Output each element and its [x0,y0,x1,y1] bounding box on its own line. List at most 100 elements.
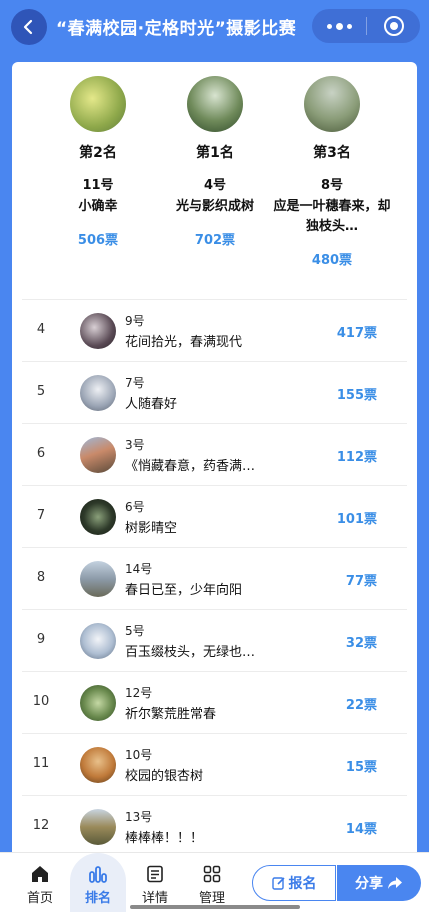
list-item[interactable]: 5 7号 人随春好 155票 [22,361,407,423]
podium-second[interactable]: 第2名 11号 小确幸 506票 [35,76,161,248]
entry-photo [80,809,116,845]
entry-number: 8号 [320,178,344,193]
vote-count: 32票 [345,636,377,651]
rank-number: 12 [32,818,50,833]
entry-photo [80,313,116,349]
share-arrow-icon [388,877,402,889]
entry-number: 11号 [82,178,114,193]
entry-number: 3号 [125,438,145,452]
grid-icon [203,865,221,883]
entry-name: 小确幸 [78,199,118,214]
list-item[interactable]: 12 13号 棒棒棒！！！ 14票 [22,795,407,857]
entry-name: 花间拾光，春满现代 [125,335,243,350]
vote-count: 702票 [194,233,236,248]
home-indicator [130,905,300,909]
target-close-icon [383,16,404,36]
entry-name: 春日已至，少年向阳 [125,583,243,598]
entry-photo [80,499,116,535]
vote-count: 155票 [336,388,377,403]
rank-number: 10 [32,694,50,709]
tab-label: 详情 [141,891,168,906]
mini-program-capsule [312,9,420,43]
podium-first[interactable]: 第1名 4号 光与影织成树 702票 [152,76,278,248]
vote-count: 15票 [345,760,377,775]
list-item[interactable]: 4 9号 花间拾光，春满现代 417票 [22,299,407,361]
chevron-left-icon [23,19,33,35]
header-bar: “春满校园·定格时光”摄影比赛 [0,0,429,54]
vote-count: 480票 [311,253,353,268]
entry-number: 9号 [125,314,145,328]
entry-photo [80,561,116,597]
home-icon [32,866,48,882]
entry-photo [304,76,360,132]
list-item[interactable]: 11 10号 校园的银杏树 15票 [22,733,407,795]
vote-count: 77票 [345,574,377,589]
signup-button[interactable]: 报名 [252,865,336,901]
entry-name: 光与影织成树 [175,199,254,214]
signup-label: 报名 [288,876,317,892]
entry-name: 树影晴空 [125,521,178,536]
podium: 第2名 11号 小确幸 506票 第1名 4号 光与影织成树 702票 第3名 … [12,62,417,302]
tab-label: 首页 [26,891,53,906]
share-label: 分享 [355,876,383,892]
entry-name: 百玉缀枝头，无绿也… [125,645,256,660]
back-button[interactable] [11,9,47,45]
entry-number: 14号 [125,562,153,576]
page-title: “春满校园·定格时光”摄影比赛 [56,19,297,39]
vote-count: 112票 [336,450,377,465]
vote-count: 14票 [345,822,377,837]
list-item[interactable]: 9 5号 百玉缀枝头，无绿也… 32票 [22,609,407,671]
bottom-tab-bar: 首页 排名 详情 管理 报名 分享 [0,852,429,912]
rank-number: 9 [36,632,46,647]
vote-count: 22票 [345,698,377,713]
entry-photo [80,375,116,411]
ranking-card: 第2名 11号 小确幸 506票 第1名 4号 光与影织成树 702票 第3名 … [12,62,417,862]
rank-number: 6 [36,446,46,461]
entry-name: 《悄藏春意，药香满… [125,459,256,474]
edit-icon [271,877,285,890]
entry-number: 10号 [125,748,153,762]
close-button[interactable] [367,9,420,43]
rank-label: 第1名 [196,145,234,161]
entry-name: 校园的银杏树 [125,769,204,784]
entry-number: 5号 [125,624,145,638]
tab-manage[interactable]: 管理 [184,853,240,912]
entry-number: 6号 [125,500,145,514]
share-button[interactable]: 分享 [337,865,421,901]
entry-photo [70,76,126,132]
rank-number: 7 [36,508,46,523]
tab-label: 排名 [84,891,111,906]
document-icon [147,865,163,883]
podium-third[interactable]: 第3名 8号 应是一叶穗春来，却独枝头… 480票 [269,76,395,268]
entry-name: 祈尔繁荒胜常春 [125,707,217,722]
tab-ranking[interactable]: 排名 [70,853,126,912]
list-item[interactable]: 7 6号 树影晴空 101票 [22,485,407,547]
more-dots-icon[interactable] [312,9,366,43]
tab-details[interactable]: 详情 [127,853,183,912]
list-item[interactable]: 6 3号 《悄藏春意，药香满… 112票 [22,423,407,485]
entry-number: 12号 [125,686,153,700]
entry-photo [80,747,116,783]
vote-count: 506票 [77,233,119,248]
rank-number: 5 [36,384,46,399]
entry-number: 7号 [125,376,145,390]
rank-number: 8 [36,570,46,585]
tab-home[interactable]: 首页 [12,853,68,912]
entry-number: 13号 [125,810,153,824]
rank-number: 4 [36,322,46,337]
tab-label: 管理 [198,891,225,906]
entry-number: 4号 [203,178,227,193]
entry-photo [80,685,116,721]
rank-number: 11 [32,756,50,771]
entry-name: 棒棒棒！！！ [125,831,204,846]
bar-chart-icon [89,866,107,883]
entry-name: 应是一叶穗春来，却独枝头… [273,199,391,234]
entry-photo [80,623,116,659]
entry-name: 人随春好 [125,397,178,412]
rank-label: 第2名 [79,145,117,161]
list-item[interactable]: 8 14号 春日已至，少年向阳 77票 [22,547,407,609]
list-item[interactable]: 10 12号 祈尔繁荒胜常春 22票 [22,671,407,733]
vote-count: 101票 [336,512,377,527]
ranking-list: 4 9号 花间拾光，春满现代 417票 5 7号 人随春好 155票 6 3号 … [22,299,407,857]
entry-photo [80,437,116,473]
